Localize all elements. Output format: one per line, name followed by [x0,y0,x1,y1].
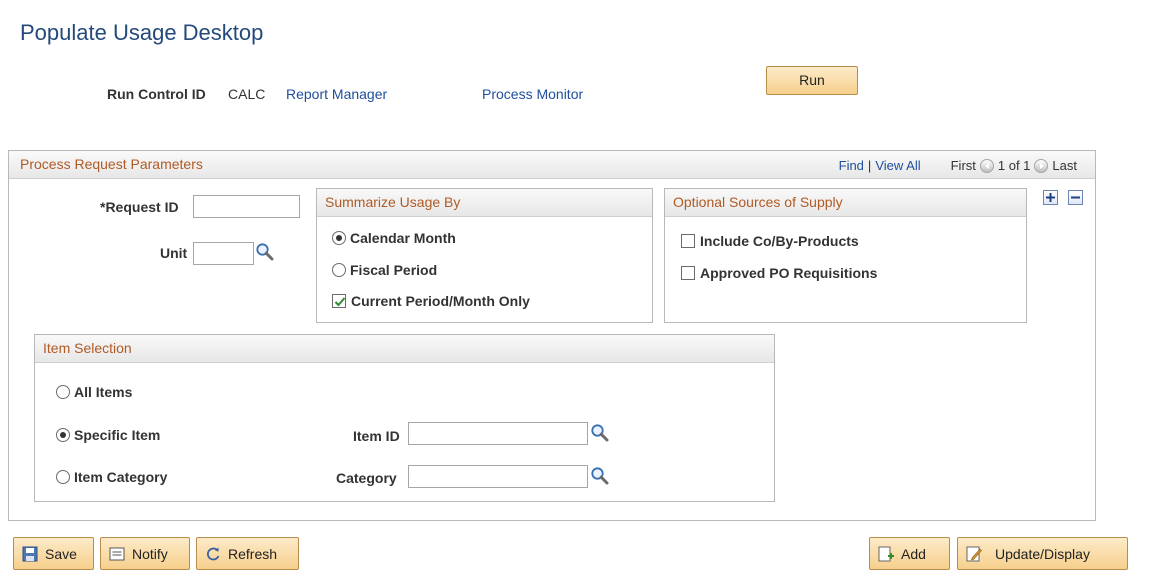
update-display-label: Update/Display [995,545,1090,562]
all-items-option[interactable]: All Items [56,384,132,400]
refresh-label: Refresh [228,545,278,562]
unit-lookup-icon[interactable] [255,242,275,262]
process-monitor-link[interactable]: Process Monitor [482,86,583,102]
category-input[interactable] [408,465,588,488]
summarize-usage-title: Summarize Usage By [317,189,652,217]
page-title: Populate Usage Desktop [20,20,264,45]
specific-item-radio[interactable] [56,428,70,442]
include-coby-label: Include Co/By-Products [700,233,859,249]
notify-label: Notify [132,545,168,562]
checkmark-icon [334,297,346,307]
minus-icon [1071,196,1080,199]
plus-icon [1046,193,1055,202]
include-coby-option[interactable]: Include Co/By-Products [681,233,859,249]
optional-sources-group: Optional Sources of Supply [664,188,1027,323]
calendar-month-label: Calendar Month [350,230,456,246]
update-display-button[interactable]: Update/Display [957,537,1128,570]
nav-separator: | [867,158,872,173]
fiscal-period-label: Fiscal Period [350,262,438,278]
run-button[interactable]: Run [766,66,858,95]
grid-navigation: Find | View All First 1 of 1 Last [839,158,1077,173]
report-manager-link[interactable]: Report Manager [286,86,387,102]
calendar-month-radio[interactable] [332,231,346,245]
specific-item-option[interactable]: Specific Item [56,427,160,443]
delete-row-button[interactable] [1068,190,1083,205]
run-control-value: CALC [228,86,266,102]
add-button[interactable]: Add [869,537,950,570]
save-label: Save [45,545,77,562]
item-id-lookup-icon[interactable] [590,423,610,443]
item-category-radio[interactable] [56,470,70,484]
approved-po-option[interactable]: Approved PO Requisitions [681,265,877,281]
item-id-label: Item ID [353,428,400,444]
notify-icon [109,547,125,560]
group-title: Process Request Parameters [20,156,203,172]
request-id-label: *Request ID [100,199,179,215]
unit-input[interactable] [193,242,254,265]
all-items-radio[interactable] [56,385,70,399]
optional-sources-title: Optional Sources of Supply [665,189,1026,217]
notify-button[interactable]: Notify [100,537,190,570]
add-icon [878,546,894,561]
last-label: Last [1052,158,1077,173]
include-coby-checkbox[interactable] [681,234,695,248]
unit-label: Unit [160,245,188,261]
add-label: Add [901,545,926,562]
item-id-input[interactable] [408,422,588,445]
fiscal-period-radio[interactable] [332,263,346,277]
approved-po-label: Approved PO Requisitions [700,265,878,281]
item-category-label: Item Category [74,469,168,485]
calendar-month-option[interactable]: Calendar Month [332,230,456,246]
update-display-icon [966,546,982,561]
first-label: First [950,158,976,173]
current-period-only-option[interactable]: Current Period/Month Only [332,293,530,309]
request-id-input[interactable] [193,195,300,218]
view-all-link[interactable]: View All [875,158,920,173]
save-icon [22,546,38,561]
current-period-only-checkbox[interactable] [332,294,346,308]
find-link[interactable]: Find [839,158,864,173]
category-lookup-icon[interactable] [590,466,610,486]
refresh-icon [207,547,220,560]
refresh-button[interactable]: Refresh [196,537,299,570]
specific-item-label: Specific Item [74,427,161,443]
run-control-label: Run Control ID [107,86,206,102]
row-count: 1 of 1 [997,158,1031,173]
fiscal-period-option[interactable]: Fiscal Period [332,262,437,278]
group-header: Process Request Parameters Find | View A… [9,151,1095,179]
next-arrow-icon[interactable] [1034,158,1049,173]
item-category-option[interactable]: Item Category [56,469,167,485]
item-selection-title: Item Selection [35,335,774,363]
category-label: Category [336,470,397,486]
add-row-button[interactable] [1043,190,1058,205]
approved-po-checkbox[interactable] [681,266,695,280]
save-button[interactable]: Save [13,537,94,570]
current-period-only-label: Current Period/Month Only [351,293,530,309]
previous-arrow-icon[interactable] [979,158,994,173]
all-items-label: All Items [74,384,133,400]
